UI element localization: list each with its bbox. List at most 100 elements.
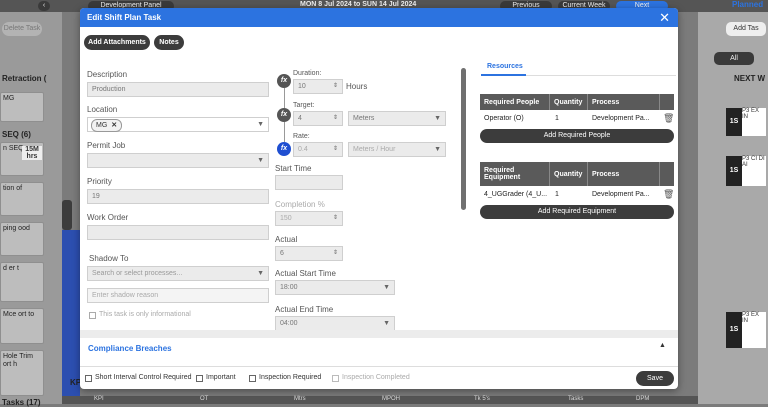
target-unit: Meters <box>353 115 375 122</box>
informational-checkbox[interactable] <box>89 312 96 319</box>
stepper-icon[interactable]: ⇕ <box>333 143 338 156</box>
target-label: Target: <box>293 102 315 109</box>
completion-input[interactable]: 150 ⇕ <box>275 211 343 226</box>
inspection-required-label: Inspection Required <box>259 374 322 381</box>
process-header-cell: Process <box>588 94 660 110</box>
permit-job-select[interactable]: ▼ <box>87 153 269 168</box>
back-icon[interactable]: ‹ <box>38 1 50 11</box>
task-card[interactable]: ping ood <box>0 222 44 256</box>
tasks-col: Tasks <box>568 396 584 402</box>
panel-handle[interactable] <box>62 200 72 230</box>
remove-tag-icon[interactable]: ✕ <box>111 122 117 129</box>
add-required-people-button[interactable]: Add Required People <box>480 129 674 143</box>
mpoh-col: MPOH <box>382 396 400 402</box>
rate-value: 0.4 <box>298 146 308 153</box>
target-unit-select[interactable]: Meters ▼ <box>348 111 446 126</box>
equipment-table-header: Required Equipment Quantity Process <box>480 162 674 186</box>
footer-divider <box>80 366 678 367</box>
inspection-required-checkbox[interactable] <box>249 375 256 382</box>
shadow-process-select[interactable]: Search or select processes... ▼ <box>87 266 269 281</box>
people-header-cell: Required People <box>480 94 550 110</box>
equipment-cell: 4_UGGrader (4_U... <box>484 191 548 198</box>
quantity-header-cell: Quantity <box>550 162 588 186</box>
priority-input[interactable]: 19 <box>87 189 269 204</box>
process-cell: Development Pa... <box>592 115 650 122</box>
chevron-down-icon: ▼ <box>434 146 441 153</box>
delete-task-button[interactable]: Delete Task <box>2 22 42 36</box>
location-select[interactable]: MG ✕ ▼ <box>87 117 269 132</box>
mtrs-col: Mtrs <box>294 396 306 402</box>
duration-badge: 15M hrs <box>22 146 42 160</box>
target-value: 4 <box>298 115 302 122</box>
stepper-icon[interactable]: ⇕ <box>333 212 338 225</box>
right-card[interactable]: P3 EX IN <box>742 312 766 348</box>
inspection-completed-label: Inspection Completed <box>342 374 410 381</box>
right-card[interactable]: P3 CI DI AI <box>742 156 766 186</box>
task-card[interactable]: MG <box>0 92 44 122</box>
add-task-button[interactable]: Add Tas <box>726 22 766 36</box>
description-input[interactable]: Production <box>87 82 269 97</box>
formula-active-icon[interactable]: fx <box>277 142 291 156</box>
compliance-breaches-heading[interactable]: Compliance Breaches <box>88 344 172 353</box>
form-scrollbar[interactable] <box>461 68 466 210</box>
rate-unit: Meters / Hour <box>353 146 396 153</box>
chevron-down-icon: ▼ <box>257 157 264 164</box>
ot-col: OT <box>200 396 209 402</box>
kpi-col: KPI <box>94 396 104 402</box>
add-required-equipment-button[interactable]: Add Required Equipment <box>480 205 674 219</box>
rate-unit-select[interactable]: Meters / Hour ▼ <box>348 142 446 157</box>
collapse-icon[interactable]: ▲ <box>659 342 666 349</box>
duration-value: 10 <box>298 83 306 90</box>
notes-button[interactable]: Notes <box>154 35 184 50</box>
trash-icon[interactable]: 🗑 <box>663 113 674 124</box>
inspection-completed-checkbox[interactable] <box>332 375 339 382</box>
stepper-icon[interactable]: ⇕ <box>333 247 338 260</box>
actual-value: 6 <box>280 250 284 257</box>
right-badge: 1S <box>726 312 742 348</box>
tab-resources[interactable]: Resources <box>487 63 523 70</box>
short-interval-label: Short Interval Control Required <box>95 374 192 381</box>
task-card[interactable]: d er t <box>0 262 44 302</box>
shadow-reason-input[interactable]: Enter shadow reason <box>87 288 269 303</box>
process-header-cell: Process <box>588 162 660 186</box>
target-input[interactable]: 4 ⇕ <box>293 111 343 126</box>
chevron-down-icon: ▼ <box>383 320 390 327</box>
chevron-down-icon: ▼ <box>257 121 264 128</box>
task-card[interactable]: Mce ort to <box>0 308 44 344</box>
start-time-input[interactable] <box>275 175 343 190</box>
stepper-icon[interactable]: ⇕ <box>333 80 338 93</box>
short-interval-checkbox[interactable] <box>85 375 92 382</box>
duration-input[interactable]: 10 ⇕ <box>293 79 343 94</box>
close-icon[interactable]: ✕ <box>659 10 670 26</box>
actual-start-value: 18:00 <box>280 284 298 291</box>
stepper-icon[interactable]: ⇕ <box>333 112 338 125</box>
trash-icon[interactable]: 🗑 <box>663 189 674 200</box>
completion-label: Completion % <box>275 200 325 209</box>
edit-task-modal: Edit Shift Plan Task ✕ Add Attachments N… <box>80 8 678 389</box>
right-card[interactable]: P3 EX IN <box>742 108 766 136</box>
chevron-down-icon: ▼ <box>257 270 264 277</box>
process-cell: Development Pa... <box>592 191 650 198</box>
task-card[interactable]: tion of <box>0 182 44 216</box>
seq-heading: SEQ (6) <box>2 130 31 139</box>
location-tag-text: MG <box>96 122 108 129</box>
formula-icon[interactable]: fx <box>277 108 291 122</box>
retraction-heading: Retraction ( <box>2 74 47 83</box>
actual-label: Actual <box>275 235 298 244</box>
right-badge: 1S <box>726 108 742 136</box>
important-label: Important <box>206 374 236 381</box>
all-filter[interactable]: All <box>714 52 754 65</box>
important-checkbox[interactable] <box>196 375 203 382</box>
right-badge: 1S <box>726 156 742 186</box>
actual-end-select[interactable]: 04:00 ▼ <box>275 316 395 331</box>
work-order-input[interactable] <box>87 225 269 240</box>
save-button[interactable]: Save <box>636 371 674 386</box>
actual-start-select[interactable]: 18:00 ▼ <box>275 280 395 295</box>
add-attachments-button[interactable]: Add Attachments <box>84 35 150 50</box>
duration-unit: Hours <box>346 82 368 91</box>
rate-input[interactable]: 0.4 ⇕ <box>293 142 343 157</box>
actual-input[interactable]: 6 ⇕ <box>275 246 343 261</box>
completion-value: 150 <box>280 215 292 222</box>
formula-icon[interactable]: fx <box>277 74 291 88</box>
task-card[interactable]: Hole Trim ort h <box>0 350 44 396</box>
